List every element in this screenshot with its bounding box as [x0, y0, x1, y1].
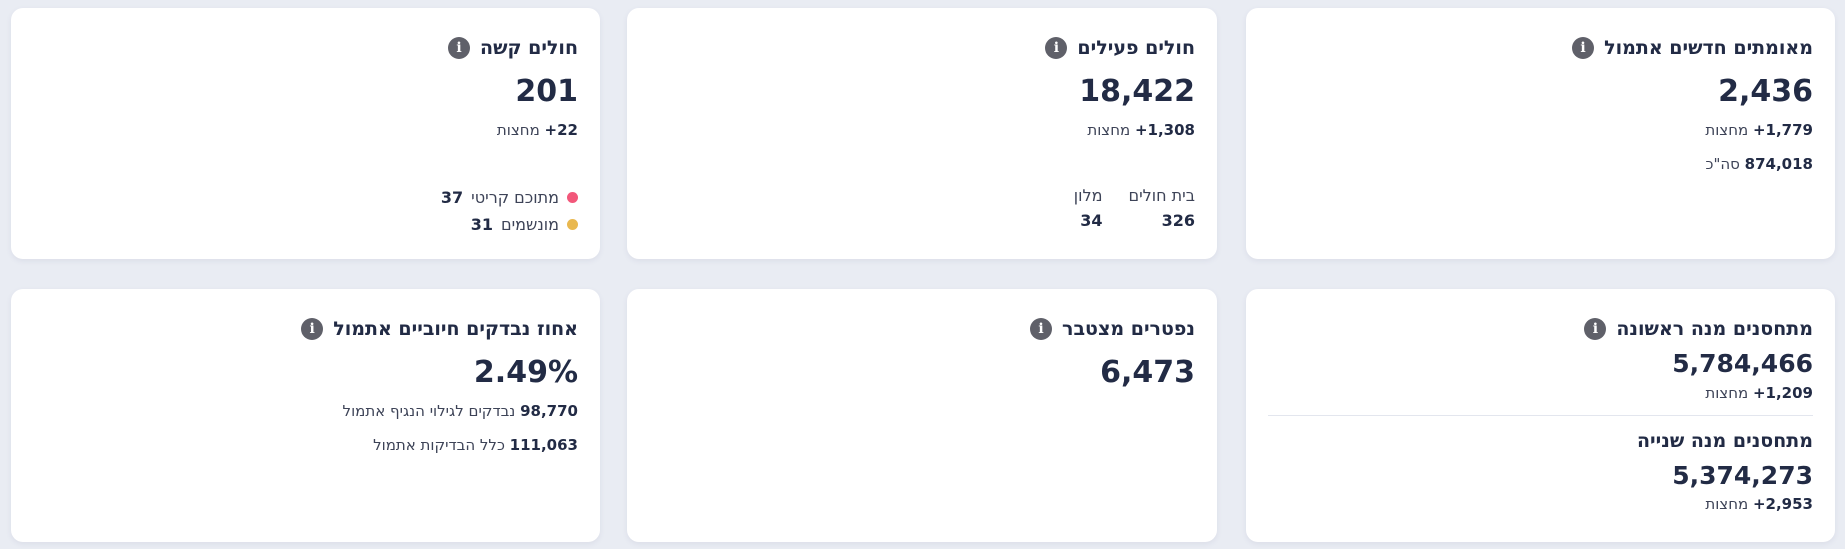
after-midnight-label: מחצות — [1705, 121, 1749, 139]
hospital-value: 326 — [1161, 211, 1195, 230]
card-new-confirmed: מאומתים חדשים אתמול i 2,436 1,779+ מחצות… — [1246, 8, 1835, 259]
card-title-row: אחוז נבדקים חיוביים אתמול i — [33, 315, 578, 343]
card-positive-rate: אחוז נבדקים חיוביים אתמול i 2.49% 98,770… — [11, 289, 600, 542]
after-midnight-label: מחצות — [496, 121, 540, 139]
after-midnight-line: 1,308+ מחצות — [649, 120, 1195, 140]
card-deceased: נפטרים מצטבר i 6,473 — [627, 289, 1217, 542]
total-line: 874,018 סה"כ — [1268, 154, 1813, 174]
location-breakdown: בית חולים 326 מלון 34 — [1074, 186, 1195, 230]
ventilated-label: מונשמים — [500, 215, 559, 234]
total-label: סה"כ — [1705, 155, 1740, 173]
after-midnight-value: 22+ — [544, 121, 578, 139]
dashboard-grid: מאומתים חדשים אתמול i 2,436 1,779+ מחצות… — [0, 0, 1845, 549]
main-value: 2.49% — [473, 355, 578, 390]
card-severe-patients: חולים קשה i 201 22+ מחצות מתוכם קריטי 37… — [11, 8, 600, 259]
card-title-row: מתחסנים מנה ראשונה i — [1268, 315, 1813, 343]
critical-dot-icon — [567, 192, 578, 203]
all-tests-line: 111,063 כלל הבדיקות אתמול — [33, 435, 578, 455]
second-dose-after-midnight-line: 2,953+ מחצות — [1268, 494, 1813, 514]
divider — [1268, 415, 1813, 416]
main-value: 18,422 — [1079, 74, 1195, 109]
main-value: 6,473 — [1100, 355, 1195, 390]
card-title: חולים קשה — [480, 37, 578, 59]
card-title-row: חולים קשה i — [33, 34, 578, 62]
first-dose-after-midnight-line: 1,209+ מחצות — [1268, 383, 1813, 403]
tested-label: נבדקים לגילוי הנגיף אתמול — [342, 402, 516, 420]
main-value: 2,436 — [1718, 74, 1813, 109]
info-icon[interactable]: i — [448, 37, 471, 59]
card-title: אחוז נבדקים חיוביים אתמול — [333, 318, 578, 340]
main-value: 201 — [515, 74, 578, 109]
hospital-column: בית חולים 326 — [1128, 186, 1195, 230]
info-icon[interactable]: i — [1045, 37, 1068, 59]
second-dose-after-midnight-value: 2,953+ — [1752, 495, 1813, 513]
info-icon[interactable]: i — [1584, 318, 1607, 340]
after-midnight-label: מחצות — [1087, 121, 1131, 139]
all-tests-label: כלל הבדיקות אתמול — [373, 436, 505, 454]
tested-value: 98,770 — [520, 402, 578, 420]
card-title-row: מאומתים חדשים אתמול i — [1268, 34, 1813, 62]
total-value: 874,018 — [1744, 155, 1813, 173]
card-title-row: חולים פעילים i — [649, 34, 1195, 62]
after-midnight-line: 22+ מחצות — [33, 120, 578, 140]
second-dose-title: מתחסנים מנה שנייה — [1636, 430, 1813, 452]
first-dose-after-midnight-value: 1,209+ — [1752, 384, 1813, 402]
after-midnight-line: 1,779+ מחצות — [1268, 120, 1813, 140]
card-title: נפטרים מצטבר — [1062, 318, 1195, 340]
card-title: חולים פעילים — [1077, 37, 1195, 59]
info-icon[interactable]: i — [1030, 318, 1053, 340]
critical-label: מתוכם קריטי — [471, 188, 559, 207]
hotel-value: 34 — [1080, 211, 1103, 230]
second-dose-after-midnight-label: מחצות — [1705, 495, 1749, 513]
hotel-column: מלון 34 — [1074, 186, 1103, 230]
after-midnight-value: 1,308+ — [1134, 121, 1195, 139]
hospital-label: בית חולים — [1128, 186, 1195, 205]
hotel-label: מלון — [1073, 186, 1103, 205]
info-icon[interactable]: i — [1572, 37, 1595, 59]
first-dose-value: 5,784,466 — [1672, 349, 1813, 378]
critical-item: מתוכם קריטי 37 — [441, 188, 578, 207]
card-title-row: נפטרים מצטבר i — [649, 315, 1195, 343]
tested-line: 98,770 נבדקים לגילוי הנגיף אתמול — [33, 401, 578, 421]
second-dose-value: 5,374,273 — [1672, 461, 1813, 490]
severe-breakdown: מתוכם קריטי 37 מונשמים 31 — [441, 188, 578, 234]
after-midnight-value: 1,779+ — [1752, 121, 1813, 139]
ventilated-dot-icon — [567, 219, 578, 230]
card-title: מאומתים חדשים אתמול — [1604, 37, 1813, 59]
info-icon[interactable]: i — [301, 318, 324, 340]
card-active-patients: חולים פעילים i 18,422 1,308+ מחצות בית ח… — [627, 8, 1217, 259]
all-tests-value: 111,063 — [509, 436, 578, 454]
card-title: מתחסנים מנה ראשונה — [1616, 318, 1813, 340]
ventilated-item: מונשמים 31 — [441, 215, 578, 234]
first-dose-after-midnight-label: מחצות — [1705, 384, 1749, 402]
ventilated-value: 31 — [470, 215, 493, 234]
critical-value: 37 — [440, 188, 464, 207]
card-vaccinated: מתחסנים מנה ראשונה i 5,784,466 1,209+ מח… — [1246, 289, 1835, 542]
